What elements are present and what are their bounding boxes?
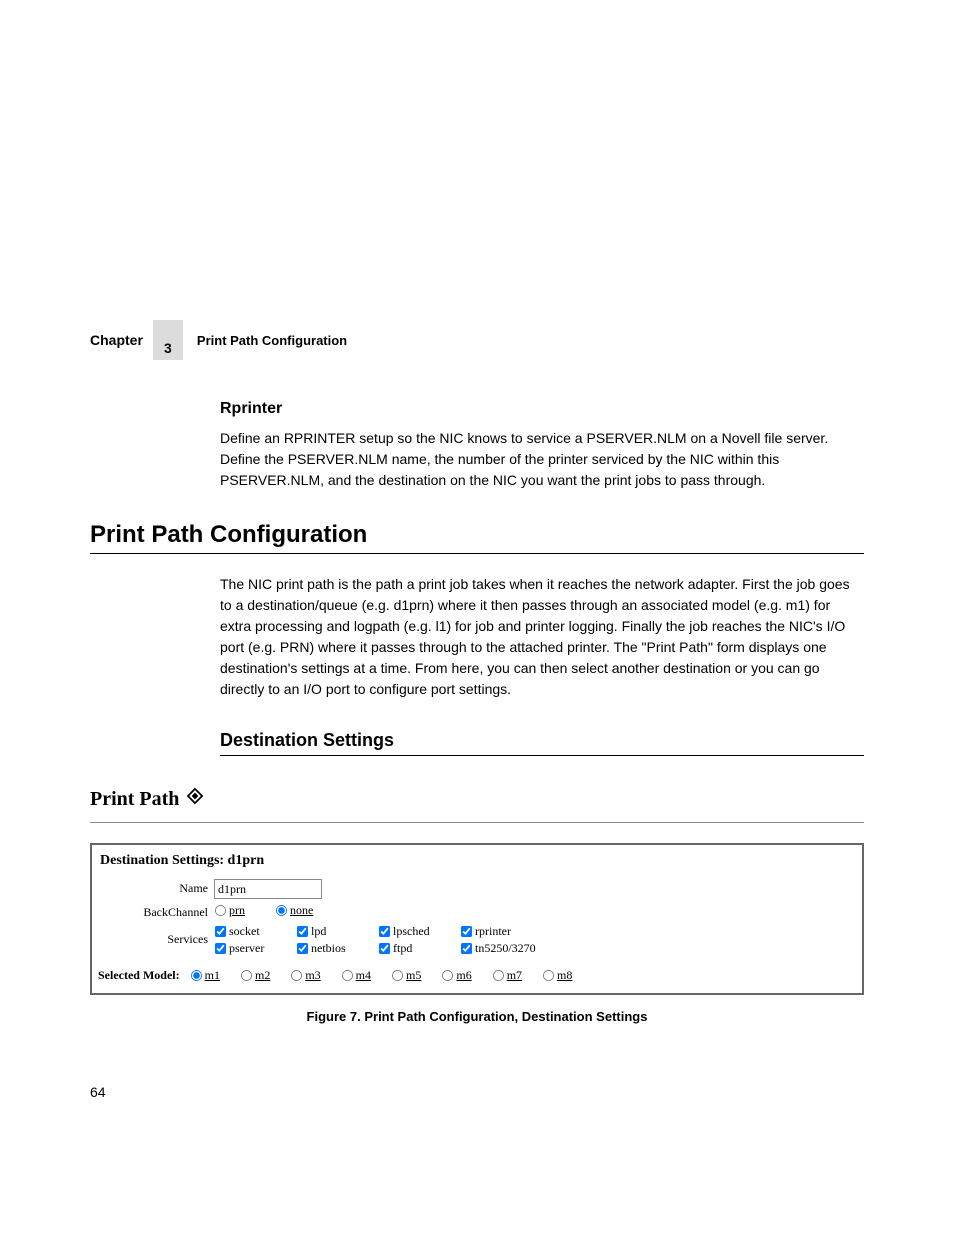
service-netbios-label: netbios	[311, 941, 346, 956]
service-lpsched-checkbox[interactable]	[379, 926, 390, 937]
destination-settings-title: Destination Settings: d1prn	[98, 853, 856, 869]
model-m1-radio[interactable]	[191, 970, 202, 981]
name-row: Name	[98, 879, 856, 899]
selected-model-row: Selected Model: m1 m2 m3 m4 m5 m6 m7 m8	[98, 968, 856, 983]
main-body: The NIC print path is the path a print j…	[220, 574, 864, 700]
services-label: Services	[98, 924, 214, 947]
service-rprinter[interactable]: rprinter	[460, 924, 554, 939]
model-m1[interactable]: m1	[190, 968, 220, 983]
service-lpd-label: lpd	[311, 924, 326, 939]
model-m2[interactable]: m2	[240, 968, 270, 983]
model-m4-label: m4	[356, 968, 371, 983]
service-pserver[interactable]: pserver	[214, 941, 296, 956]
backchannel-label: BackChannel	[98, 903, 214, 920]
model-m5-radio[interactable]	[392, 970, 403, 981]
printpath-icon	[185, 786, 205, 812]
name-label: Name	[98, 879, 214, 896]
service-lpd[interactable]: lpd	[296, 924, 378, 939]
service-rprinter-label: rprinter	[475, 924, 511, 939]
model-m7-radio[interactable]	[493, 970, 504, 981]
figure-title-row: Print Path	[90, 786, 864, 812]
backchannel-option-none-label: none	[290, 903, 313, 918]
figure-rule	[90, 822, 864, 823]
chapter-number-block: 3	[153, 320, 183, 360]
service-lpd-checkbox[interactable]	[297, 926, 308, 937]
main-heading: Print Path Configuration	[90, 521, 864, 549]
backchannel-option-none[interactable]: none	[275, 903, 330, 918]
service-lpsched[interactable]: lpsched	[378, 924, 460, 939]
backchannel-row: BackChannel prn none	[98, 903, 856, 920]
service-lpsched-label: lpsched	[393, 924, 430, 939]
model-m2-radio[interactable]	[241, 970, 252, 981]
service-socket-checkbox[interactable]	[215, 926, 226, 937]
rprinter-body: Define an RPRINTER setup so the NIC know…	[220, 428, 864, 491]
model-m3-radio[interactable]	[291, 970, 302, 981]
model-m3[interactable]: m3	[290, 968, 320, 983]
service-netbios-checkbox[interactable]	[297, 943, 308, 954]
model-m5-label: m5	[406, 968, 421, 983]
service-pserver-label: pserver	[229, 941, 264, 956]
model-m6[interactable]: m6	[441, 968, 471, 983]
dest-heading-rule	[220, 755, 864, 756]
service-ftpd-checkbox[interactable]	[379, 943, 390, 954]
model-m7[interactable]: m7	[492, 968, 522, 983]
figure: Print Path Destination Settings: d1prn N…	[90, 786, 864, 1024]
service-netbios[interactable]: netbios	[296, 941, 378, 956]
main-heading-rule	[90, 553, 864, 554]
model-m5[interactable]: m5	[391, 968, 421, 983]
destination-settings-box: Destination Settings: d1prn Name BackCha…	[90, 843, 864, 995]
services-row: Services socket lpd lpsched rprinter pse…	[98, 924, 856, 956]
service-tn5250-checkbox[interactable]	[461, 943, 472, 954]
model-m4-radio[interactable]	[342, 970, 353, 981]
name-input[interactable]	[214, 879, 322, 899]
model-m7-label: m7	[507, 968, 522, 983]
backchannel-radio-prn[interactable]	[215, 905, 226, 916]
header-title: Print Path Configuration	[197, 333, 347, 348]
service-ftpd-label: ftpd	[393, 941, 412, 956]
chapter-indicator: Chapter 3	[90, 320, 183, 360]
model-m1-label: m1	[205, 968, 220, 983]
figure-caption: Figure 7. Print Path Configuration, Dest…	[90, 1009, 864, 1024]
service-socket[interactable]: socket	[214, 924, 296, 939]
page-number: 64	[90, 1084, 864, 1100]
backchannel-radio-none[interactable]	[276, 905, 287, 916]
backchannel-option-prn[interactable]: prn	[214, 903, 269, 918]
model-m6-label: m6	[456, 968, 471, 983]
service-ftpd[interactable]: ftpd	[378, 941, 460, 956]
model-m2-label: m2	[255, 968, 270, 983]
service-pserver-checkbox[interactable]	[215, 943, 226, 954]
chapter-number: 3	[164, 340, 172, 356]
chapter-label: Chapter	[90, 332, 143, 348]
model-m4[interactable]: m4	[341, 968, 371, 983]
backchannel-option-prn-label: prn	[229, 903, 245, 918]
service-rprinter-checkbox[interactable]	[461, 926, 472, 937]
service-tn5250-label: tn5250/3270	[475, 941, 536, 956]
dest-heading: Destination Settings	[220, 730, 864, 751]
service-socket-label: socket	[229, 924, 260, 939]
page-header: Chapter 3 Print Path Configuration	[90, 320, 864, 360]
model-m8[interactable]: m8	[542, 968, 572, 983]
selected-model-label: Selected Model:	[98, 968, 180, 983]
model-m3-label: m3	[305, 968, 320, 983]
model-m8-label: m8	[557, 968, 572, 983]
model-m8-radio[interactable]	[543, 970, 554, 981]
model-m6-radio[interactable]	[442, 970, 453, 981]
figure-title: Print Path	[90, 788, 179, 811]
rprinter-heading: Rprinter	[220, 400, 864, 418]
service-tn5250[interactable]: tn5250/3270	[460, 941, 554, 956]
